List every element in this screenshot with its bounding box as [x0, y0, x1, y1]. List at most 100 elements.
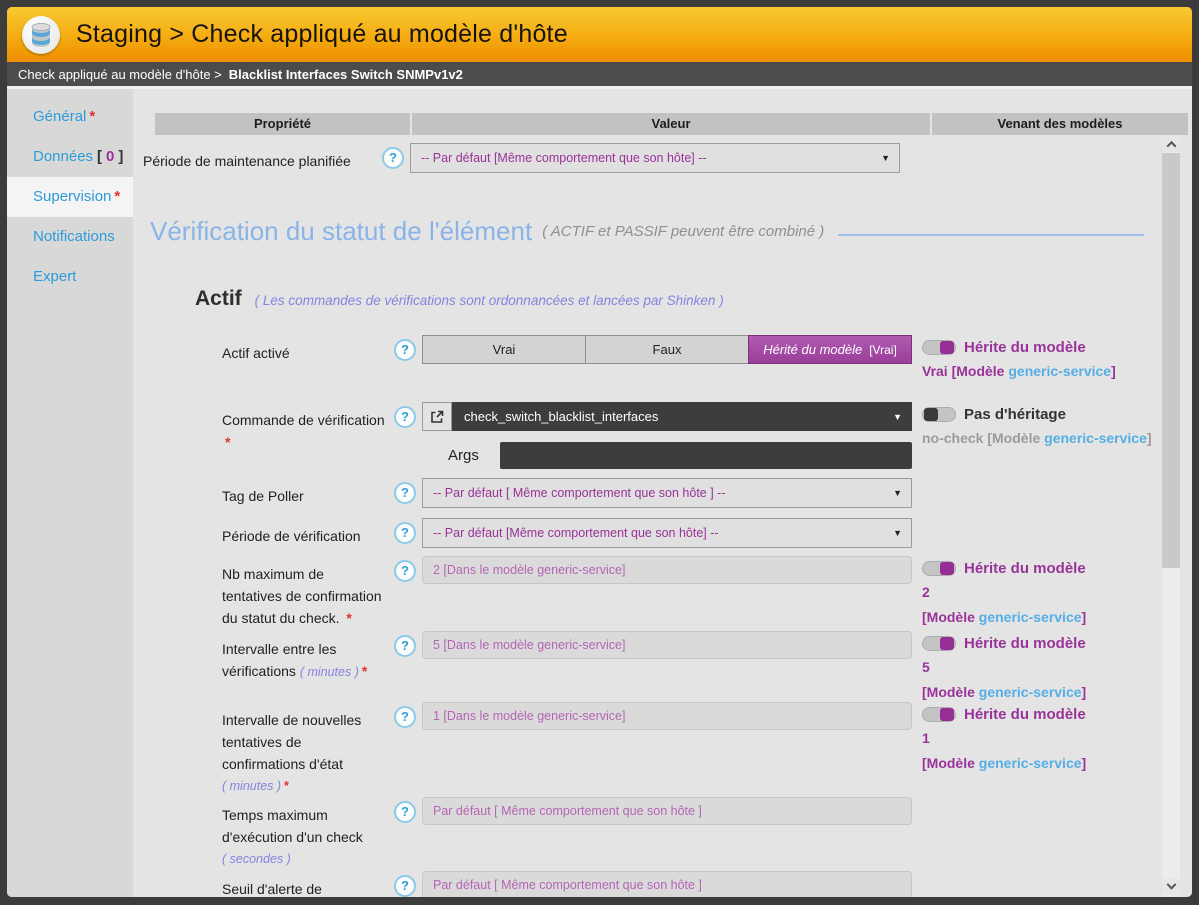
sidebar-item-label: Expert [33, 268, 76, 285]
chevron-down-icon: ▼ [893, 412, 902, 422]
count-bracket-open: [ [97, 148, 102, 165]
field-label: Intervalle de nouvelles tentatives de co… [222, 702, 394, 797]
breadcrumb-current: Blacklist Interfaces Switch SNMPv1v2 [229, 67, 463, 82]
toggle-knob [940, 708, 954, 721]
max-attempts-input[interactable] [422, 556, 912, 584]
actif-subtitle: ( Les commandes de vérifications sont or… [255, 293, 724, 308]
column-header-value: Valeur [412, 113, 930, 135]
help-icon[interactable]: ? [394, 522, 416, 544]
field-label: Actif activé [222, 335, 394, 364]
app-window: Staging > Check appliqué au modèle d'hôt… [7, 7, 1192, 897]
inherited-from-model: Vrai [Modèle generic-service] [922, 361, 1192, 381]
sidebar-item-label: Supervision [33, 188, 111, 205]
option-inherited-button[interactable]: Hérité du modèle [Vrai] [748, 335, 912, 364]
row-retry-interval: Intervalle de nouvelles tentatives de co… [133, 702, 1192, 797]
model-link[interactable]: generic-service [1008, 363, 1111, 379]
scroll-down-button[interactable] [1162, 879, 1180, 895]
row-cpu-threshold: Seuil d'alerte de l'utilisation CPU ( se… [133, 871, 1192, 897]
sidebar-item-supervision[interactable]: Supervision* [7, 177, 133, 217]
row-maintenance-period: Période de maintenance planifiée ? -- Pa… [133, 143, 1192, 173]
help-icon[interactable]: ? [394, 875, 416, 897]
model-link[interactable]: generic-service [979, 684, 1082, 700]
sidebar-item-general[interactable]: Général* [7, 97, 133, 137]
inherit-toggle[interactable] [922, 340, 956, 355]
help-icon[interactable]: ? [382, 147, 404, 169]
option-true-button[interactable]: Vrai [422, 335, 586, 364]
required-asterisk: * [114, 188, 120, 205]
page-title: Staging > Check appliqué au modèle d'hôt… [76, 20, 568, 49]
help-icon[interactable]: ? [394, 635, 416, 657]
retry-interval-input[interactable] [422, 702, 912, 730]
maintenance-period-select[interactable]: -- Par défaut [Même comportement que son… [410, 143, 900, 173]
field-label: Commande de vérification* [222, 402, 394, 453]
inherit-toggle[interactable] [922, 707, 956, 722]
help-icon[interactable]: ? [394, 706, 416, 728]
section-title: Vérification du statut de l'élément [150, 216, 532, 247]
inherited-value: 5 [922, 657, 1192, 677]
help-icon[interactable]: ? [394, 482, 416, 504]
inherit-toggle-label: Hérite du modèle [964, 339, 1086, 356]
vertical-scrollbar[interactable] [1162, 136, 1180, 897]
inherit-toggle[interactable] [922, 636, 956, 651]
scrollbar-thumb[interactable] [1162, 153, 1180, 568]
breadcrumb-parent[interactable]: Check appliqué au modèle d'hôte > [18, 67, 222, 82]
row-check-command: Commande de vérification* ? check_swit [133, 402, 1192, 469]
field-label: Période de vérification [222, 518, 394, 547]
required-asterisk: * [346, 610, 351, 626]
check-command-select[interactable]: check_switch_blacklist_interfaces ▼ [452, 402, 912, 431]
actif-header: Actif ( Les commandes de vérifications s… [195, 287, 1192, 311]
section-subtitle: ( ACTIF et PASSIF peuvent être combiné ) [542, 223, 824, 240]
args-input[interactable] [500, 442, 912, 469]
no-inherit-toggle[interactable] [922, 407, 956, 422]
inherited-from-model: [Modèle generic-service] [922, 607, 1192, 627]
toggle-knob [940, 562, 954, 575]
sidebar-item-expert[interactable]: Expert [7, 257, 133, 297]
count-badge: 0 [106, 148, 114, 165]
model-link[interactable]: generic-service [979, 755, 1082, 771]
open-command-button[interactable] [422, 402, 452, 431]
sidebar-item-donnees[interactable]: Données[0] [7, 137, 133, 177]
toggle-knob [924, 408, 938, 421]
help-icon[interactable]: ? [394, 801, 416, 823]
unit-hint: ( minutes )* [222, 775, 390, 797]
row-poller-tag: Tag de Poller ? -- Par défaut [ Même com… [133, 478, 1192, 508]
chevron-up-icon [1166, 140, 1176, 150]
help-icon[interactable]: ? [394, 339, 416, 361]
row-check-interval: Intervalle entre les vérifications ( min… [133, 631, 1192, 702]
help-icon[interactable]: ? [394, 560, 416, 582]
cpu-threshold-input[interactable] [422, 871, 912, 897]
main-panel: Propriété Valeur Venant des modèles Péri… [133, 89, 1192, 897]
count-bracket-close: ] [118, 148, 123, 165]
inherited-value: 2 [922, 582, 1192, 602]
model-link[interactable]: generic-service [979, 609, 1082, 625]
help-icon[interactable]: ? [394, 406, 416, 428]
toggle-knob [940, 637, 954, 650]
chevron-down-icon: ▼ [893, 488, 902, 498]
args-label: Args [448, 447, 500, 464]
unit-hint: ( secondes ) [222, 848, 390, 870]
chevron-down-icon: ▼ [881, 153, 890, 163]
inherited-value: 1 [922, 728, 1192, 748]
model-link[interactable]: generic-service [1044, 430, 1147, 446]
actif-title: Actif [195, 287, 242, 311]
max-exec-time-input[interactable] [422, 797, 912, 825]
poller-tag-select[interactable]: -- Par défaut [ Même comportement que so… [422, 478, 912, 508]
option-false-button[interactable]: Faux [585, 335, 749, 364]
app-header: Staging > Check appliqué au modèle d'hôt… [7, 7, 1192, 62]
unit-hint: ( minutes ) [300, 665, 359, 679]
column-header-models: Venant des modèles [932, 113, 1188, 135]
sidebar-item-notifications[interactable]: Notifications [7, 217, 133, 257]
row-max-attempts: Nb maximum de tentatives de confirmation… [133, 556, 1192, 629]
selected-value: -- Par défaut [Même comportement que son… [433, 526, 719, 540]
field-label: Intervalle entre les vérifications ( min… [222, 631, 394, 683]
required-asterisk: * [362, 663, 367, 679]
required-asterisk: * [89, 108, 95, 125]
field-label: Seuil d'alerte de l'utilisation CPU ( se… [222, 871, 394, 897]
column-header-property: Propriété [155, 113, 410, 135]
check-interval-input[interactable] [422, 631, 912, 659]
inherit-toggle[interactable] [922, 561, 956, 576]
scroll-up-button[interactable] [1162, 136, 1180, 152]
check-period-select[interactable]: -- Par défaut [Même comportement que son… [422, 518, 912, 548]
field-label: Temps maximum d'exécution d'un check( se… [222, 797, 394, 870]
row-check-period: Période de vérification ? -- Par défaut … [133, 518, 1192, 548]
